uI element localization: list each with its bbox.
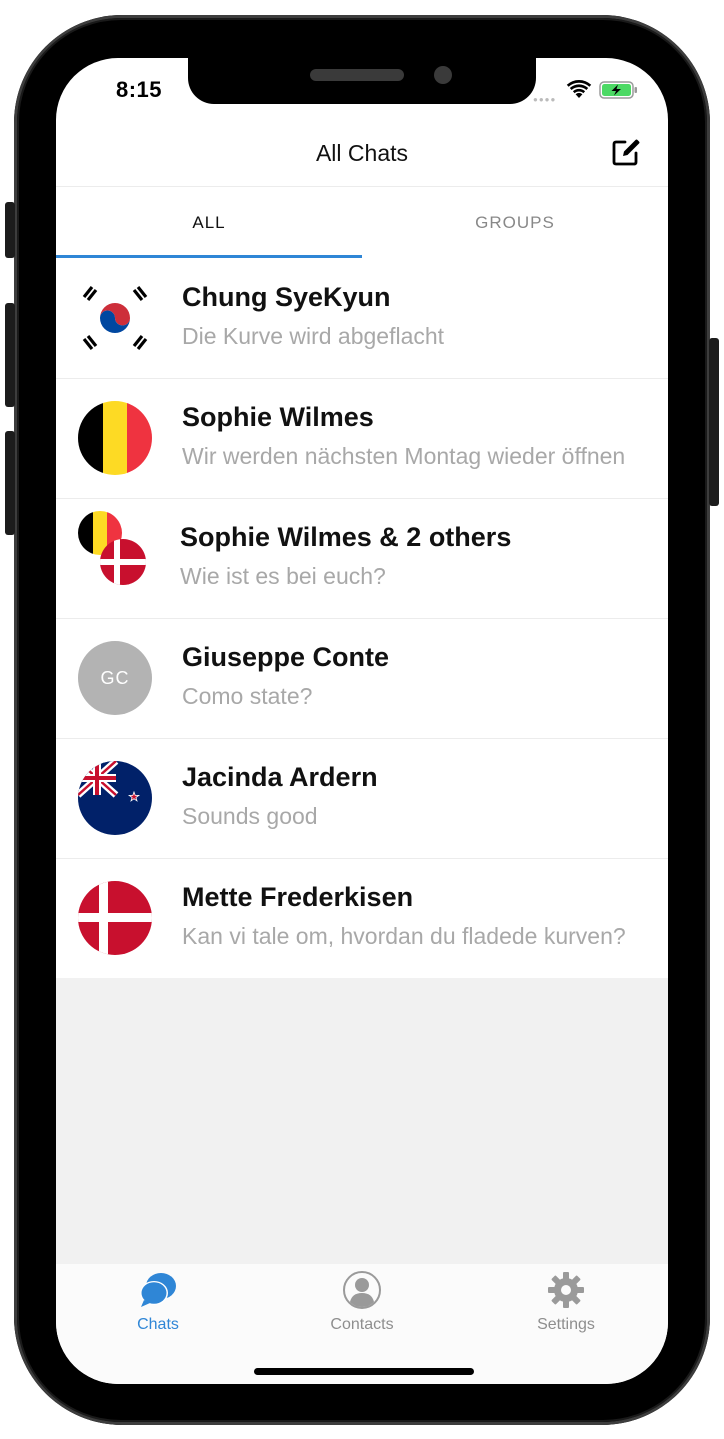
chat-row[interactable]: Chung SyeKyun Die Kurve wird abgeflacht (56, 259, 668, 379)
tabbar-label: Settings (537, 1316, 595, 1333)
gear-icon (548, 1272, 584, 1308)
chat-preview: Sounds good (182, 803, 318, 829)
active-tab-indicator (56, 255, 362, 258)
chat-name: Giuseppe Conte (182, 642, 390, 672)
denmark-flag-avatar (78, 881, 152, 955)
signal-dots-icon: ●●●● (533, 95, 557, 104)
chat-name: Sophie Wilmes & 2 others (180, 522, 512, 552)
chat-preview: Wir werden nächsten Montag wieder öffnen (182, 443, 626, 469)
navigation-bar: All Chats (56, 126, 668, 186)
notch (188, 58, 536, 104)
chat-preview: Como state? (182, 683, 313, 709)
initials-avatar: GC (78, 641, 152, 715)
page-title: All Chats (315, 140, 409, 166)
chat-preview: Wie ist es bei euch? (180, 563, 386, 589)
chat-row[interactable]: Jacinda Ardern Sounds good (56, 739, 668, 859)
tabbar-item-settings[interactable]: Settings (464, 1264, 668, 1384)
screen: 8:15 ●●●● All Chats ALL GROUPS Chung Sye… (56, 58, 668, 1384)
wifi-icon (566, 80, 592, 98)
tabbar-label: Contacts (330, 1316, 394, 1333)
chat-row[interactable]: Mette Frederkisen Kan vi tale om, hvorda… (56, 859, 668, 979)
silent-switch (5, 202, 15, 258)
belgium-flag-avatar (78, 401, 152, 475)
chat-name: Mette Frederkisen (182, 882, 414, 912)
chat-name: Sophie Wilmes (182, 402, 374, 432)
chat-row[interactable]: GC Giuseppe Conte Como state? (56, 619, 668, 739)
tab-groups[interactable]: GROUPS (362, 187, 668, 259)
battery-charging-icon (599, 81, 637, 99)
bottom-tab-bar: Chats Contacts Settings (56, 1264, 668, 1384)
chat-row[interactable]: Sophie Wilmes & 2 others Wie ist es bei … (56, 499, 668, 619)
south-korea-flag-avatar (78, 281, 152, 355)
person-icon (343, 1271, 381, 1309)
segmented-tabs: ALL GROUPS (56, 186, 668, 260)
chat-name: Chung SyeKyun (182, 282, 391, 312)
chat-row[interactable]: Sophie Wilmes Wir werden nächsten Montag… (56, 379, 668, 499)
volume-down-button (5, 431, 15, 535)
speaker-grille (310, 69, 404, 81)
volume-up-button (5, 303, 15, 407)
chat-bubbles-icon (140, 1273, 176, 1307)
denmark-flag-icon (100, 539, 146, 585)
tabbar-label: Chats (137, 1316, 179, 1333)
status-time: 8:15 (116, 77, 163, 102)
front-camera (434, 66, 452, 84)
tab-all[interactable]: ALL (56, 187, 362, 259)
chat-preview: Kan vi tale om, hvordan du fladede kurve… (182, 923, 626, 949)
group-avatar (78, 511, 152, 585)
chat-name: Jacinda Ardern (182, 762, 378, 792)
new-zealand-flag-avatar (78, 761, 152, 835)
tabbar-item-contacts[interactable]: Contacts (260, 1264, 464, 1384)
chat-preview: Die Kurve wird abgeflacht (182, 323, 445, 349)
tabbar-item-chats[interactable]: Chats (56, 1264, 260, 1384)
compose-icon[interactable] (611, 137, 641, 167)
empty-list-area (56, 978, 668, 1264)
home-indicator[interactable] (254, 1368, 474, 1375)
power-button (709, 338, 719, 506)
